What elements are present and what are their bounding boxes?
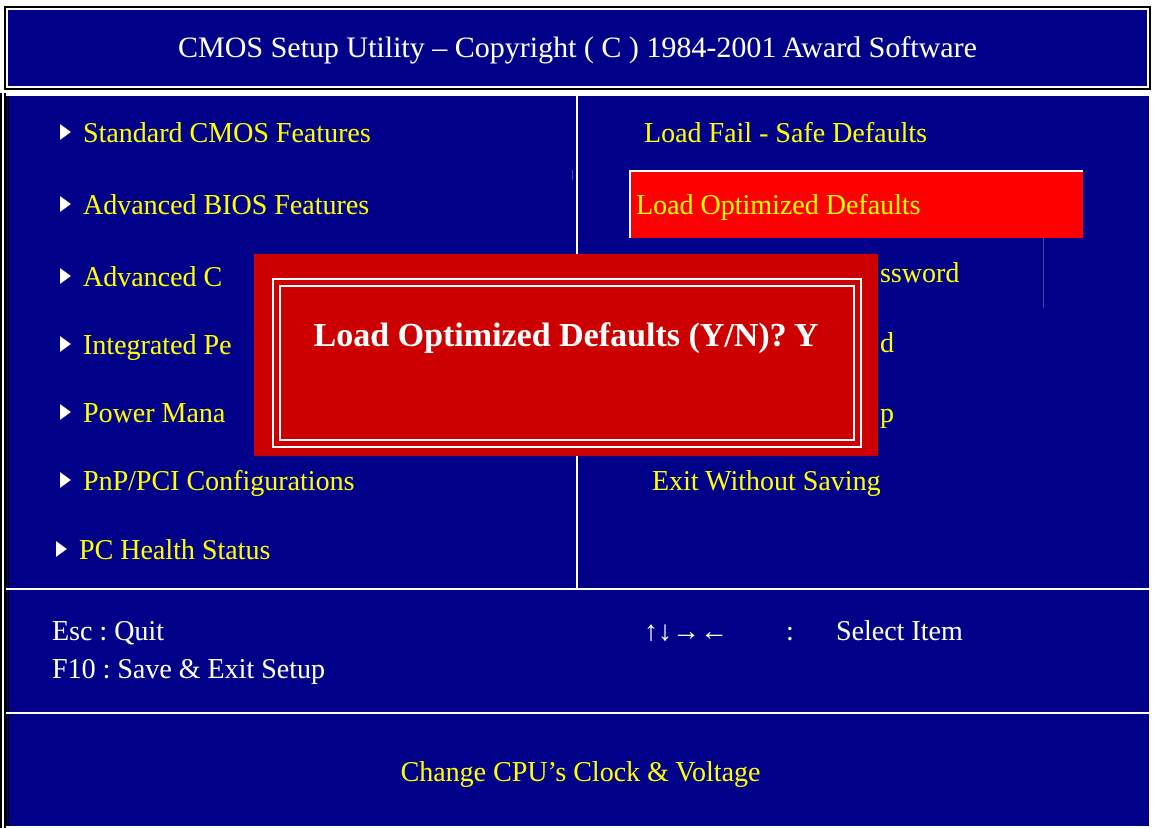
menu-item-advanced-chipset-features[interactable]: Advanced C [60, 262, 222, 294]
menu-item-set-password[interactable]: ssword [880, 258, 959, 290]
help-arrow-keys-icon: ↑↓→← [644, 616, 728, 647]
bios-title: CMOS Setup Utility – Copyright ( C ) 198… [178, 31, 977, 64]
menu-item-load-fail-safe-defaults[interactable]: Load Fail - Safe Defaults [644, 118, 927, 150]
menu-divider-bottom [6, 588, 1155, 590]
menu-item-pnp-pci-configurations[interactable]: PnP/PCI Configurations [60, 466, 354, 498]
menu-item-power-management[interactable]: Power Mana [60, 398, 225, 430]
help-esc-quit: Esc : Quit [52, 616, 164, 647]
confirm-dialog[interactable]: Load Optimized Defaults (Y/N)? Y [254, 254, 878, 456]
faint-line [1043, 238, 1044, 308]
menu-item-advanced-bios-features[interactable]: Advanced BIOS Features [60, 190, 369, 222]
menu-item-standard-cmos-features[interactable]: Standard CMOS Features [60, 118, 371, 150]
help-divider-bottom [6, 712, 1155, 714]
help-separator: : [786, 616, 794, 647]
dialog-message: Load Optimized Defaults (Y/N)? Y [313, 317, 819, 354]
submenu-arrow-icon [60, 336, 71, 352]
menu-item-integrated-peripherals[interactable]: Integrated Pe [60, 330, 232, 362]
submenu-arrow-icon [60, 268, 71, 284]
status-line: Change CPU’s Clock & Voltage [400, 757, 761, 788]
faint-line [572, 170, 573, 180]
bios-title-bar: CMOS Setup Utility – Copyright ( C ) 198… [4, 6, 1151, 90]
menu-item-save-and-exit-setup[interactable]: p [880, 398, 894, 430]
submenu-arrow-icon [60, 196, 71, 212]
caption-strip [0, 0, 1155, 8]
submenu-arrow-icon [60, 472, 71, 488]
menu-item-set-user-password[interactable]: d [880, 328, 894, 360]
submenu-arrow-icon [60, 124, 71, 140]
menu-item-pc-health-status[interactable]: PC Health Status [56, 535, 270, 567]
menu-item-load-optimized-defaults[interactable]: Load Optimized Defaults [636, 190, 921, 222]
dialog-outer-border [272, 278, 862, 448]
submenu-arrow-icon [56, 541, 67, 557]
dialog-inner-border [279, 285, 855, 441]
menu-item-exit-without-saving[interactable]: Exit Without Saving [652, 466, 881, 498]
submenu-arrow-icon [60, 404, 71, 420]
help-f10-save-exit: F10 : Save & Exit Setup [52, 654, 325, 685]
help-select-item: Select Item [836, 616, 963, 647]
